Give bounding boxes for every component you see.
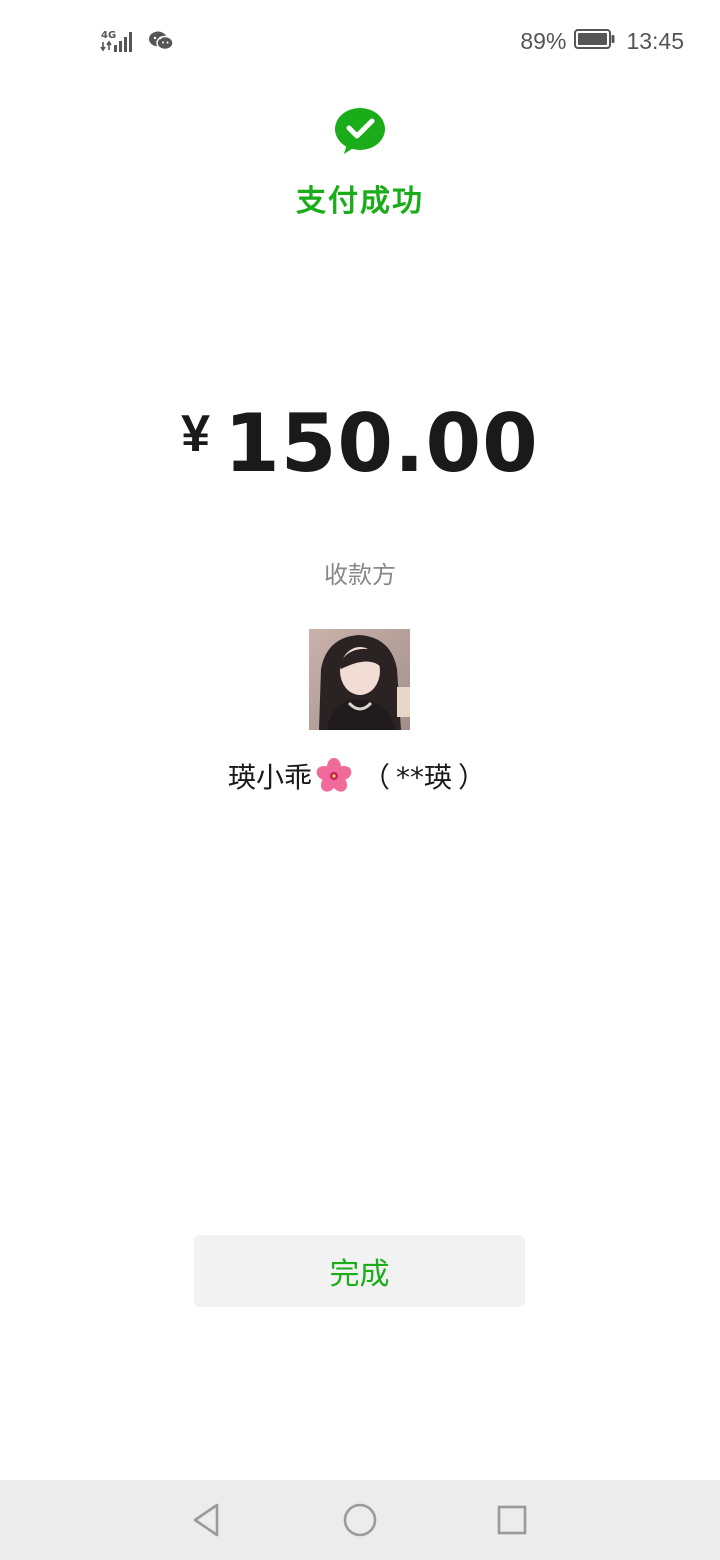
signal-icon: 4G: [100, 28, 138, 58]
payment-amount: ¥ 150.00: [0, 396, 720, 492]
hibiscus-icon: [316, 758, 352, 794]
payee-label: 收款方: [324, 561, 396, 589]
network-type-label: 4G: [101, 30, 116, 41]
currency-symbol: ¥: [181, 405, 211, 463]
recents-icon[interactable]: [492, 1500, 532, 1540]
payee-nickname: 瑛小乖: [227, 761, 312, 794]
status-bar: 4G 89% 13:45: [0, 0, 720, 84]
battery-icon: [574, 28, 616, 55]
real-name-open-paren: （: [361, 761, 390, 794]
real-name-close-paren: ）: [458, 761, 487, 794]
status-right: 89% 13:45: [520, 28, 684, 55]
clock: 13:45: [626, 28, 684, 54]
amount-value: 150.00: [224, 397, 539, 490]
check-bubble-icon: [333, 106, 387, 156]
status-left: 4G: [100, 28, 174, 58]
wechat-notification-icon: [148, 30, 174, 56]
navigation-bar: [0, 1480, 720, 1560]
back-icon[interactable]: [186, 1500, 226, 1540]
avatar: [309, 629, 410, 730]
success-title: 支付成功: [296, 184, 424, 219]
battery-percent: 89%: [520, 28, 567, 54]
home-icon[interactable]: [340, 1500, 380, 1540]
payment-success-screen: 4G 89% 13:45 支付成功 ¥ 150.00 收款方 瑛小乖 （ **瑛…: [0, 0, 720, 1560]
done-button[interactable]: 完成: [194, 1235, 525, 1307]
payee-name: 瑛小乖 （ **瑛 ）: [0, 756, 720, 796]
payee-real-name: **瑛: [396, 761, 453, 794]
